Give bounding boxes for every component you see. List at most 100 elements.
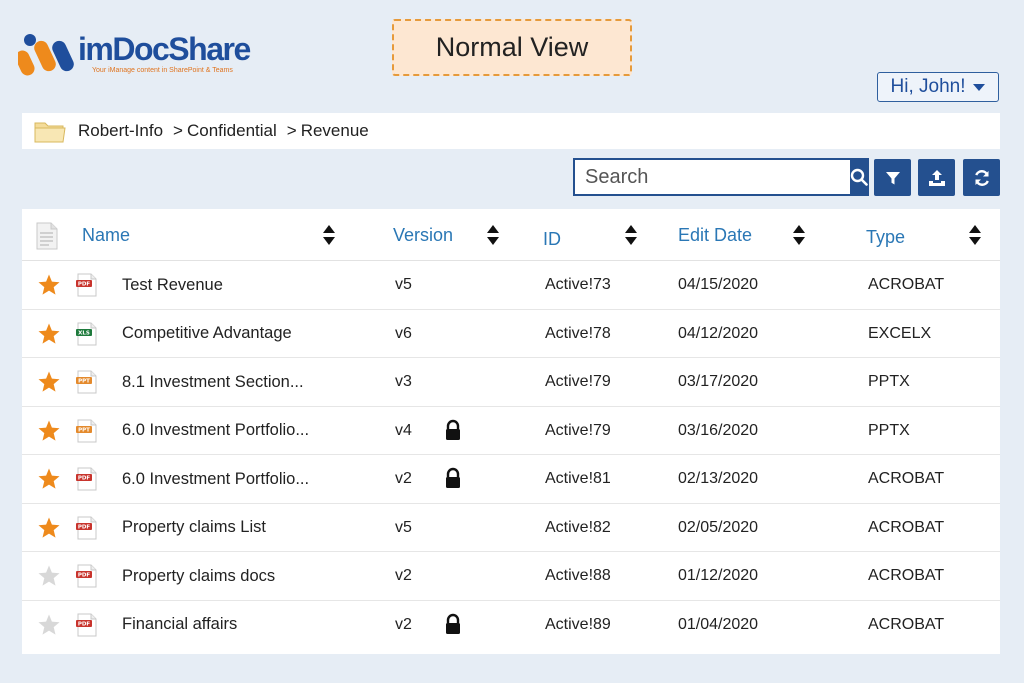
svg-text:XLS: XLS (78, 330, 90, 336)
file-type: ACROBAT (868, 518, 945, 536)
file-version: v2 (395, 615, 412, 633)
pdf-file-icon: PDF (76, 273, 97, 297)
file-name[interactable]: Property claims docs (122, 552, 275, 600)
file-name[interactable]: Financial affairs (122, 601, 237, 649)
file-version: v3 (395, 373, 412, 390)
file-type: EXCELX (868, 324, 932, 342)
file-name[interactable]: Competitive Advantage (122, 310, 292, 358)
chevron-down-icon (973, 83, 986, 91)
column-header-type[interactable]: Type (866, 211, 905, 263)
file-version: v4 (395, 421, 412, 439)
table-body: PDF Test Revenue v5 Active!73 04/15/2020… (22, 261, 1000, 649)
column-header-edit-date[interactable]: Edit Date (678, 209, 752, 261)
file-type: ACROBAT (868, 276, 945, 293)
file-edit-date: 02/05/2020 (678, 518, 759, 536)
file-name[interactable]: 8.1 Investment Section... (122, 358, 304, 406)
column-header-version[interactable]: Version (393, 209, 453, 261)
svg-text:PDF: PDF (78, 282, 91, 288)
file-edit-date: 01/12/2020 (678, 567, 759, 584)
pdf-file-icon: PDF (76, 516, 97, 539)
file-type: ACROBAT (868, 615, 945, 633)
filter-icon (885, 171, 900, 184)
brand-suffix: DocShare (112, 31, 251, 67)
file-version: v5 (395, 276, 412, 293)
file-edit-date: 04/12/2020 (678, 324, 759, 342)
breadcrumb-separator: > (286, 121, 297, 140)
lock-icon (446, 419, 460, 440)
breadcrumb-item-1[interactable]: Robert-Info (78, 121, 163, 141)
sort-icon[interactable] (486, 224, 500, 246)
lock-icon (446, 467, 460, 488)
star-icon[interactable] (37, 613, 61, 637)
table-row[interactable]: PDF Financial affairs v2 Active!89 01/04… (22, 601, 1000, 650)
table-row[interactable]: PDF Test Revenue v5 Active!73 04/15/2020… (22, 261, 1000, 310)
file-type: PPTX (868, 421, 910, 439)
star-icon[interactable] (37, 273, 61, 297)
pdf-file-icon: PDF (76, 564, 97, 588)
sort-icon[interactable] (624, 224, 638, 246)
pdf-file-icon: PDF (76, 467, 97, 491)
pdf-file-icon: PDF (76, 613, 97, 636)
sort-icon[interactable] (968, 224, 982, 246)
star-icon[interactable] (37, 419, 61, 443)
svg-text:PPT: PPT (78, 427, 90, 433)
search-input[interactable] (575, 160, 850, 194)
column-header-id[interactable]: ID (543, 213, 561, 265)
file-id: Active!79 (545, 373, 611, 390)
breadcrumb-item-2[interactable]: Confidential (187, 121, 277, 141)
breadcrumb-item-3[interactable]: Revenue (301, 121, 369, 141)
file-id: Active!81 (545, 470, 611, 487)
table-row[interactable]: PPT 8.1 Investment Section... v3 Active!… (22, 358, 1000, 407)
file-edit-date: 01/04/2020 (678, 615, 759, 633)
ppt-file-icon: PPT (76, 419, 97, 442)
search-icon (850, 168, 868, 186)
table-row[interactable]: PPT 6.0 Investment Portfolio... v4 Activ… (22, 407, 1000, 455)
lock-icon (446, 613, 460, 634)
folder-icon (34, 122, 66, 143)
document-icon (36, 222, 58, 250)
file-name[interactable]: 6.0 Investment Portfolio... (122, 455, 309, 503)
table-header: Name Version ID Edit Date Type (22, 209, 1000, 261)
file-version: v2 (395, 470, 412, 487)
star-icon[interactable] (37, 564, 61, 588)
svg-text:PDF: PDF (78, 621, 91, 627)
filter-button[interactable] (874, 159, 911, 196)
star-icon[interactable] (37, 322, 61, 346)
file-edit-date: 03/16/2020 (678, 421, 759, 439)
file-name[interactable]: 6.0 Investment Portfolio... (122, 407, 309, 455)
star-icon[interactable] (37, 370, 61, 394)
file-type: ACROBAT (868, 470, 945, 487)
xls-file-icon: XLS (76, 322, 97, 345)
file-name[interactable]: Test Revenue (122, 261, 223, 309)
star-icon[interactable] (37, 516, 61, 540)
brand-tagline: Your iManage content in SharePoint & Tea… (92, 67, 233, 74)
file-id: Active!82 (545, 518, 611, 536)
refresh-button[interactable] (963, 159, 1000, 196)
user-menu-button[interactable]: Hi, John! (877, 72, 999, 102)
table-row[interactable]: PDF Property claims docs v2 Active!88 01… (22, 552, 1000, 601)
breadcrumb: Robert-Info > Confidential > Revenue (22, 113, 1000, 149)
table-row[interactable]: XLS Competitive Advantage v6 Active!78 0… (22, 310, 1000, 358)
file-edit-date: 03/17/2020 (678, 373, 759, 390)
file-type: ACROBAT (868, 567, 945, 584)
file-version: v2 (395, 567, 412, 584)
file-id: Active!89 (545, 615, 611, 633)
table-row[interactable]: PDF Property claims List v5 Active!82 02… (22, 504, 1000, 552)
breadcrumb-separator: > (173, 121, 183, 140)
search-box (573, 158, 869, 196)
star-icon[interactable] (37, 467, 61, 491)
file-id: Active!78 (545, 324, 611, 342)
document-table: Name Version ID Edit Date Type PDF Test … (22, 209, 1000, 654)
sort-icon[interactable] (792, 224, 806, 246)
app-logo: imDocShare Your iManage content in Share… (18, 30, 251, 80)
sort-icon[interactable] (322, 224, 336, 246)
upload-button[interactable] (918, 159, 955, 196)
file-id: Active!79 (545, 421, 611, 439)
file-version: v6 (395, 324, 412, 342)
search-button[interactable] (850, 160, 868, 194)
table-row[interactable]: PDF 6.0 Investment Portfolio... v2 Activ… (22, 455, 1000, 504)
file-name[interactable]: Property claims List (122, 504, 266, 552)
svg-text:PDF: PDF (78, 524, 91, 530)
brand-name: imDocShare (78, 31, 251, 68)
column-header-name[interactable]: Name (82, 209, 130, 261)
